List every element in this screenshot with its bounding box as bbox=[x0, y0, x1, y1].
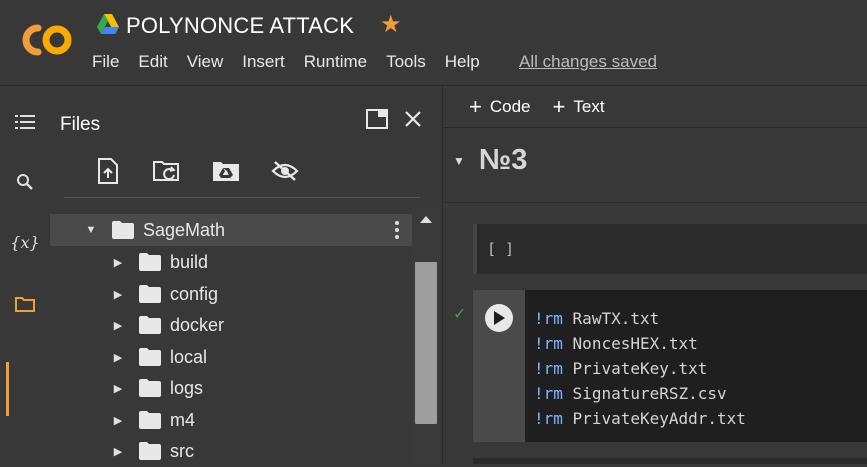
tree-item-docker[interactable]: ▶ docker bbox=[50, 309, 412, 341]
add-text-button[interactable]: + Text bbox=[552, 93, 605, 119]
notebook-toolbar: + Code + Text bbox=[443, 86, 867, 128]
tree-item-local[interactable]: ▶ local bbox=[50, 341, 412, 373]
folder-icon bbox=[139, 442, 161, 460]
file-tree-scrollbar[interactable] bbox=[412, 208, 440, 464]
add-code-button[interactable]: + Code bbox=[469, 93, 531, 119]
code-line: !rm PrivateKeyAddr.txt bbox=[534, 409, 746, 428]
chevron-right-icon[interactable]: ▶ bbox=[111, 319, 125, 332]
run-cell-button[interactable] bbox=[485, 304, 513, 332]
tree-item-label: build bbox=[170, 251, 209, 272]
open-in-tab-icon[interactable] bbox=[364, 106, 390, 132]
section-title: №3 bbox=[478, 144, 528, 176]
folder-icon bbox=[139, 316, 161, 334]
chevron-right-icon[interactable]: ▶ bbox=[111, 288, 125, 301]
file-tree: ▼ SageMath ▶ build ▶ config ▶ docker ▶ l… bbox=[50, 214, 412, 464]
more-options-icon[interactable] bbox=[394, 220, 400, 240]
toolbar-divider bbox=[64, 197, 420, 198]
variables-icon[interactable]: {x} bbox=[0, 222, 50, 262]
section-divider bbox=[443, 202, 867, 203]
chevron-right-icon[interactable]: ▶ bbox=[111, 445, 125, 458]
scroll-up-icon[interactable] bbox=[412, 208, 440, 230]
folder-icon bbox=[139, 285, 161, 303]
tree-item-sagemath[interactable]: ▼ SageMath bbox=[50, 214, 412, 246]
files-panel: Files ▼ SageMath ▶ build ▶ config ▶ dock… bbox=[50, 86, 442, 464]
folder-icon bbox=[139, 379, 161, 397]
mount-drive-icon[interactable] bbox=[196, 156, 255, 186]
plus-icon: + bbox=[469, 93, 482, 119]
folder-icon bbox=[139, 411, 161, 429]
menu-runtime[interactable]: Runtime bbox=[304, 52, 367, 72]
chevron-right-icon[interactable]: ▶ bbox=[111, 351, 125, 364]
chevron-right-icon[interactable]: ▶ bbox=[111, 256, 125, 269]
chevron-down-icon[interactable]: ▼ bbox=[84, 224, 98, 236]
hide-hidden-icon[interactable] bbox=[255, 156, 314, 186]
files-toolbar bbox=[78, 156, 314, 186]
tree-item-label: local bbox=[170, 346, 208, 367]
folder-icon[interactable] bbox=[0, 284, 50, 324]
play-icon bbox=[494, 311, 505, 325]
tree-item-label: config bbox=[170, 283, 219, 304]
plus-icon: + bbox=[552, 93, 566, 119]
folder-icon bbox=[139, 348, 161, 366]
menu-tools[interactable]: Tools bbox=[386, 52, 426, 72]
save-status-link[interactable]: All changes saved bbox=[519, 52, 657, 72]
code-cell[interactable]: !rm RawTX.txt !rm NoncesHEX.txt !rm Privat… bbox=[473, 290, 867, 442]
code-cell-next[interactable] bbox=[473, 458, 867, 464]
menu-insert[interactable]: Insert bbox=[242, 52, 285, 72]
table-of-contents-icon[interactable] bbox=[0, 102, 50, 142]
menu-edit[interactable]: Edit bbox=[138, 52, 167, 72]
tree-item-build[interactable]: ▶ build bbox=[50, 246, 412, 278]
active-indicator bbox=[6, 362, 9, 416]
tree-item-label: logs bbox=[170, 377, 204, 398]
menu-file[interactable]: File bbox=[92, 52, 119, 72]
tree-item-label: docker bbox=[170, 314, 225, 335]
tree-item-m4[interactable]: ▶ m4 bbox=[50, 404, 412, 436]
check-icon: ✓ bbox=[453, 306, 467, 323]
top-bar: POLYNONCE ATTACK ★ File Edit View Insert… bbox=[0, 0, 867, 86]
code-line: !rm SignatureRSZ.csv bbox=[534, 384, 727, 403]
upload-file-icon[interactable] bbox=[78, 156, 137, 186]
tree-item-config[interactable]: ▶ config bbox=[50, 278, 412, 310]
add-code-label: Code bbox=[489, 96, 531, 116]
scrollbar-thumb[interactable] bbox=[415, 262, 437, 424]
tree-item-logs[interactable]: ▶ logs bbox=[50, 372, 412, 404]
tree-item-label: src bbox=[170, 440, 194, 461]
search-icon[interactable] bbox=[0, 162, 50, 202]
files-panel-title: Files bbox=[60, 114, 101, 135]
menu-view[interactable]: View bbox=[187, 52, 224, 72]
section-heading[interactable]: ▼ №3 bbox=[453, 144, 527, 177]
drive-icon[interactable] bbox=[97, 14, 119, 34]
tree-item-label: m4 bbox=[170, 409, 196, 430]
folder-icon bbox=[112, 221, 134, 239]
notebook-area: + Code + Text ▼ №3 [ ] ✓ !rm RawTX.txt !r… bbox=[443, 86, 867, 464]
chevron-right-icon[interactable]: ▶ bbox=[111, 414, 125, 427]
refresh-folder-icon[interactable] bbox=[137, 156, 196, 186]
menu-bar: File Edit View Insert Runtime Tools Help bbox=[92, 52, 499, 72]
left-rail: {x} bbox=[0, 86, 50, 464]
close-icon[interactable] bbox=[400, 106, 426, 132]
tree-item-label: SageMath bbox=[143, 219, 226, 240]
star-icon[interactable]: ★ bbox=[380, 10, 402, 39]
execution-count: [ ] bbox=[487, 240, 515, 258]
code-cell-empty[interactable]: [ ] bbox=[473, 224, 867, 274]
cell-gutter bbox=[473, 290, 525, 442]
add-text-label: Text bbox=[573, 96, 605, 116]
chevron-down-icon[interactable]: ▼ bbox=[453, 154, 465, 168]
notebook-title[interactable]: POLYNONCE ATTACK bbox=[126, 13, 354, 39]
colab-logo[interactable] bbox=[16, 20, 76, 60]
folder-icon bbox=[139, 253, 161, 271]
tree-item-src[interactable]: ▶ src bbox=[50, 435, 412, 467]
code-line: !rm NoncesHEX.txt bbox=[534, 334, 698, 353]
code-line: !rm PrivateKey.txt bbox=[534, 359, 708, 378]
menu-help[interactable]: Help bbox=[445, 52, 480, 72]
chevron-right-icon[interactable]: ▶ bbox=[111, 382, 125, 395]
code-line: !rm RawTX.txt bbox=[534, 309, 660, 328]
code-editor[interactable]: !rm RawTX.txt !rm NoncesHEX.txt !rm Privat… bbox=[534, 306, 746, 431]
